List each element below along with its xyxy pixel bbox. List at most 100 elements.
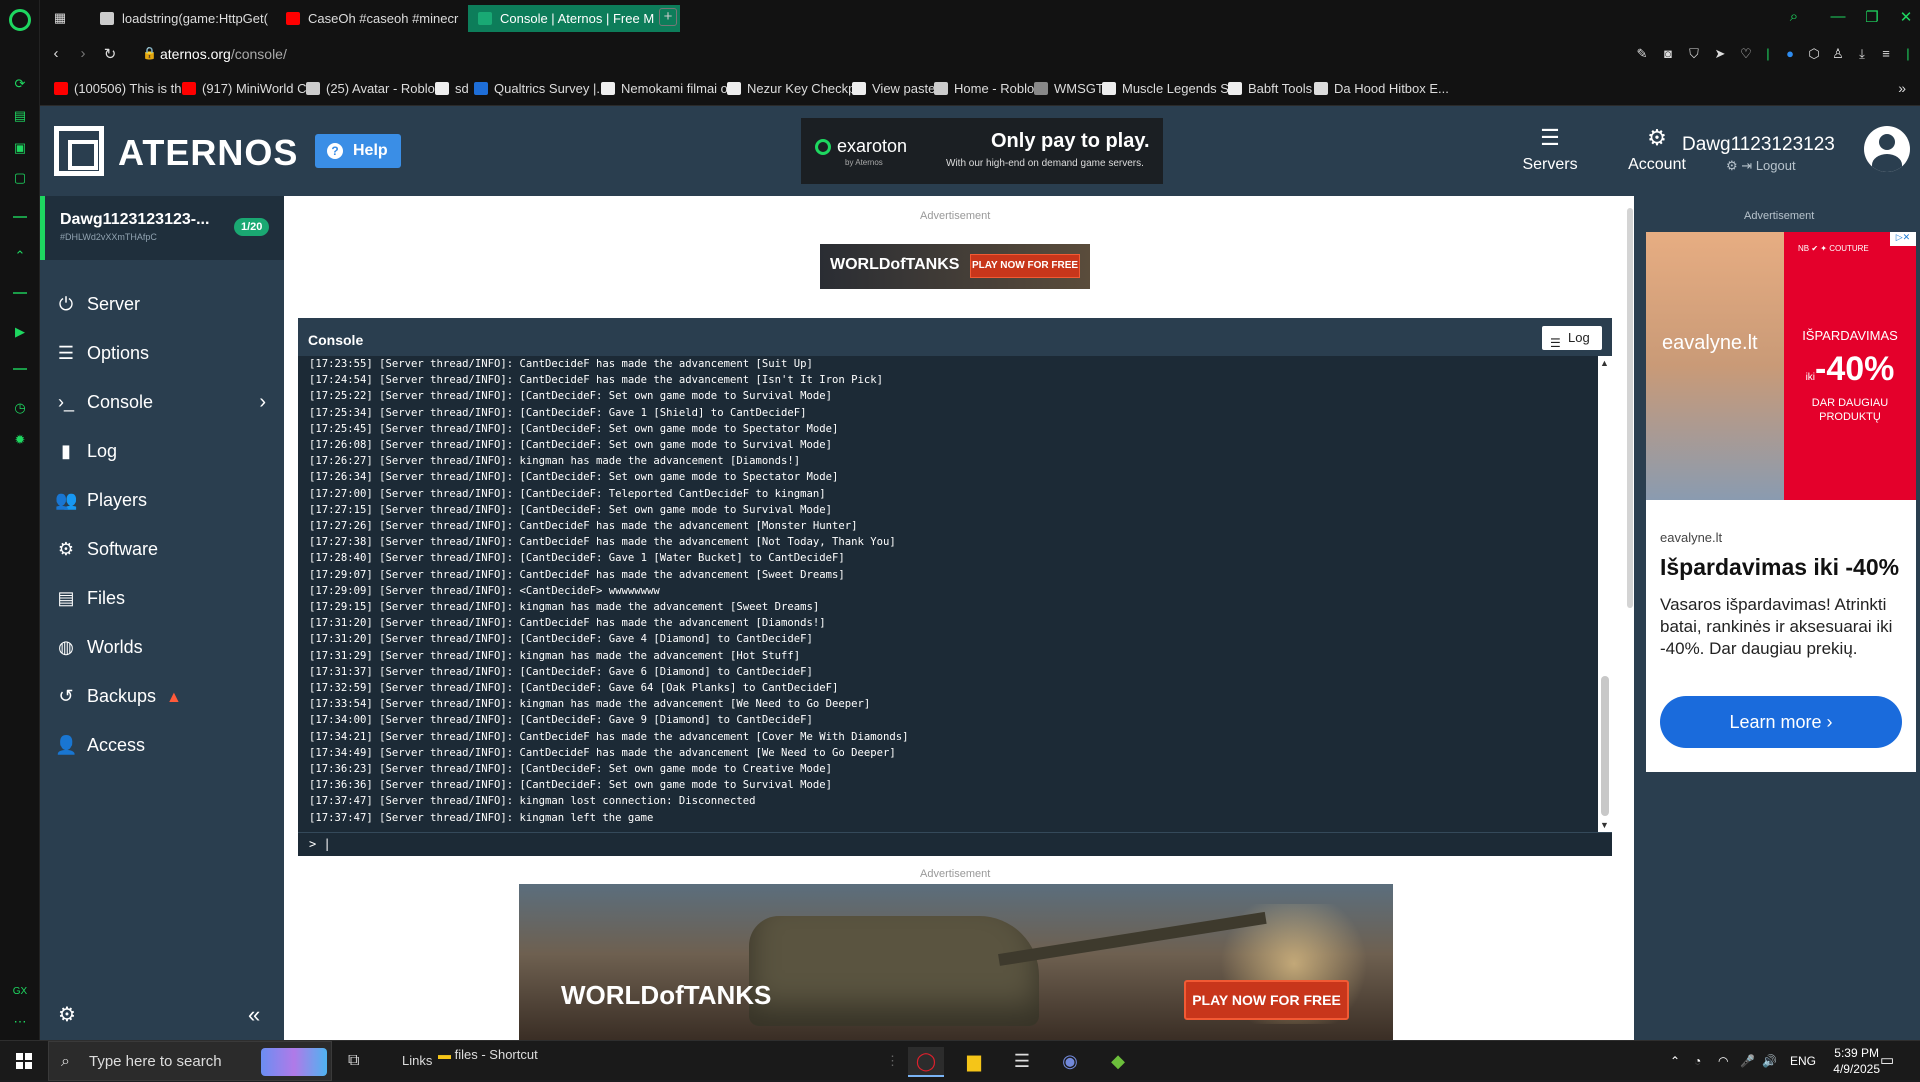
sidebar-item-options[interactable]: ☰ Options — [40, 331, 284, 375]
learn-more-button[interactable]: Learn more › — [1660, 696, 1902, 748]
eavalyne-ad[interactable]: eavalyne.lt NB ✔ ✦ COUTURE IŠPARDAVIMAS … — [1646, 232, 1916, 772]
wot-play-button[interactable]: PLAY NOW FOR FREE — [1184, 980, 1349, 1020]
bookmark-item[interactable]: Nemokami filmai o... — [601, 81, 739, 96]
bookmark-item[interactable]: Muscle Legends S... — [1102, 81, 1240, 96]
bookmark-item[interactable]: WMSGT — [1034, 81, 1104, 96]
wallet-icon[interactable]: ▣ — [12, 140, 28, 156]
sidebar-item-log[interactable]: ▮ Log — [40, 429, 284, 473]
bookmark-item[interactable]: Nezur Key Checkp... — [727, 81, 866, 96]
tab-caseoh[interactable]: CaseOh #caseoh #minecr — [276, 5, 496, 32]
console-command-input[interactable]: > | — [298, 832, 1612, 856]
shield-icon[interactable]: ⛉ — [1686, 46, 1702, 62]
help-button[interactable]: ? Help — [315, 134, 401, 168]
bookmark-item[interactable]: Qualtrics Survey |... — [474, 81, 607, 96]
gx-icon[interactable]: GX — [12, 984, 28, 1000]
page-scrollbar[interactable] — [1626, 196, 1634, 1040]
bookmark-item[interactable]: View paste — [852, 81, 935, 96]
sidebar-item-backups[interactable]: ↺ Backups ▲ — [40, 674, 284, 718]
adchoices-icon[interactable]: ▷✕ — [1890, 232, 1916, 246]
close-button[interactable]: ✕ — [1896, 8, 1916, 26]
collapse-sidebar-icon[interactable]: « — [248, 1002, 260, 1028]
bookmark-item[interactable]: (100506) This is th... — [54, 81, 192, 96]
discord-icon[interactable]: ◉ — [1052, 1047, 1088, 1077]
search-tabs-icon[interactable]: ⌕ — [1784, 8, 1804, 25]
task-view-icon[interactable]: ⧉ — [348, 1041, 359, 1081]
links-toolbar[interactable]: Links — [402, 1041, 432, 1081]
clock[interactable]: 5:39 PM 4/9/2025 — [1833, 1045, 1880, 1077]
scrollbar-thumb[interactable] — [1601, 676, 1609, 816]
sidebar-item-worlds[interactable]: ◍ Worlds — [40, 625, 284, 669]
network-icon[interactable]: ◔ — [1694, 1041, 1701, 1081]
reload-button[interactable]: ↻ — [100, 45, 120, 63]
console-output[interactable]: [17:23:55] [Server thread/INFO]: CantDec… — [298, 356, 1612, 832]
sidebar-item-players[interactable]: 👥 Players — [40, 478, 284, 522]
wot-play-button[interactable]: PLAY NOW FOR FREE — [970, 254, 1080, 278]
opera-gx-taskbar-icon[interactable]: ◯ — [908, 1047, 944, 1077]
forward-button[interactable]: › — [73, 45, 93, 62]
tab-console-aternos[interactable]: Console | Aternos | Free M — [468, 5, 680, 32]
wot-large-ad[interactable]: WORLDofTANKS PLAY NOW FOR FREE — [519, 884, 1393, 1040]
notifications-icon[interactable]: ▭ — [1880, 1041, 1894, 1081]
language-indicator[interactable]: ENG — [1790, 1041, 1816, 1081]
aternos-logo-text[interactable]: ATERNOS — [118, 132, 298, 174]
taskbar-search[interactable]: ⌕ Type here to search — [48, 1041, 332, 1081]
microphone-icon[interactable]: 🎤 — [1740, 1041, 1755, 1081]
sidebar-item-server[interactable]: ⏻ Server — [40, 282, 284, 326]
send-icon[interactable]: ➤ — [1712, 46, 1728, 62]
gear-icon[interactable]: ⚙ — [1726, 158, 1738, 173]
pin-icon[interactable]: ⌃ — [12, 248, 28, 264]
cube-icon[interactable]: ⬡ — [1806, 46, 1822, 62]
bookmark-item[interactable]: Babft Tools — [1228, 81, 1312, 96]
console-scrollbar[interactable]: ▲ ▼ — [1598, 356, 1612, 832]
username[interactable]: Dawg1123123123 — [1682, 134, 1835, 156]
servers-nav[interactable]: ☰ Servers — [1510, 126, 1590, 174]
more-icon[interactable]: ⋯ — [12, 1014, 28, 1030]
messenger-icon[interactable]: ▢ — [12, 170, 28, 186]
server-card[interactable]: Dawg1123123123-... #DHLWd2vXXmTHAfpC 1/2… — [40, 196, 284, 260]
scroll-down-icon[interactable]: ▼ — [1600, 820, 1609, 830]
notepad-icon[interactable]: ☰ — [1004, 1047, 1040, 1077]
tab-menu-icon[interactable]: ▦ — [52, 10, 68, 26]
download-icon[interactable]: ⤓ — [1854, 46, 1870, 62]
bookmark-item[interactable]: Da Hood Hitbox E... — [1314, 81, 1449, 96]
opera-logo-icon[interactable] — [9, 9, 31, 31]
scroll-up-icon[interactable]: ▲ — [1600, 358, 1609, 368]
exaroton-ad[interactable]: exaroton by Aternos Only pay to play. Wi… — [801, 118, 1163, 184]
minecraft-icon[interactable]: ◆ — [1100, 1047, 1136, 1077]
profile-icon[interactable]: ♙ — [1830, 46, 1846, 62]
wifi-icon[interactable]: ◠ — [1718, 1041, 1728, 1081]
show-hidden-icons[interactable]: ⌃ — [1670, 1041, 1680, 1081]
player-icon[interactable]: ▤ — [12, 108, 28, 124]
bookmarks-overflow-icon[interactable]: » — [1898, 80, 1906, 96]
bookmark-item[interactable]: (25) Avatar - Roblox — [306, 81, 441, 96]
extension-blue-icon[interactable]: ● — [1782, 46, 1798, 62]
log-button[interactable]: ☰ Log — [1542, 326, 1602, 350]
aternos-logo-icon[interactable] — [54, 126, 104, 176]
camera-icon[interactable]: ◙ — [1660, 46, 1676, 62]
sidebar-item-console[interactable]: ›_ Console › — [40, 380, 284, 424]
sidebar-item-files[interactable]: ▤ Files — [40, 576, 284, 620]
sidebar-item-software[interactable]: ⚙ Software — [40, 527, 284, 571]
edit-icon[interactable]: ✎ — [1634, 46, 1650, 62]
start-button[interactable] — [16, 1053, 32, 1069]
settings-gear-icon[interactable]: ⚙ — [58, 1002, 76, 1027]
wot-small-ad[interactable]: WORLDofTANKS PLAY NOW FOR FREE — [820, 244, 1090, 289]
url-field[interactable]: aternos.org/console/ — [160, 46, 287, 62]
minimize-button[interactable]: — — [1828, 8, 1848, 25]
logout-link[interactable]: ⚙ ⇥ Logout — [1726, 158, 1796, 174]
volume-icon[interactable]: 🔊 — [1762, 1041, 1777, 1081]
files-shortcut[interactable]: ▬ files - Shortcut — [438, 1035, 538, 1075]
sidebar-item-access[interactable]: 👤 Access — [40, 723, 284, 767]
history-icon[interactable]: ◷ — [12, 400, 28, 416]
scrollbar-thumb[interactable] — [1627, 208, 1633, 608]
bookmark-item[interactable]: sd — [435, 81, 469, 96]
bookmark-item[interactable]: (917) MiniWorld C... — [182, 81, 317, 96]
new-tab-button[interactable]: + — [659, 8, 677, 26]
menu-icon[interactable]: ≡ — [1878, 46, 1894, 62]
play-icon[interactable]: ▶ — [12, 324, 28, 340]
heart-icon[interactable]: ♡ — [1738, 46, 1754, 62]
file-explorer-icon[interactable]: ▆ — [956, 1047, 992, 1077]
maximize-button[interactable]: ❐ — [1862, 8, 1882, 26]
bookmark-item[interactable]: Home - Roblox — [934, 81, 1041, 96]
settings-icon[interactable]: ✹ — [12, 432, 28, 448]
